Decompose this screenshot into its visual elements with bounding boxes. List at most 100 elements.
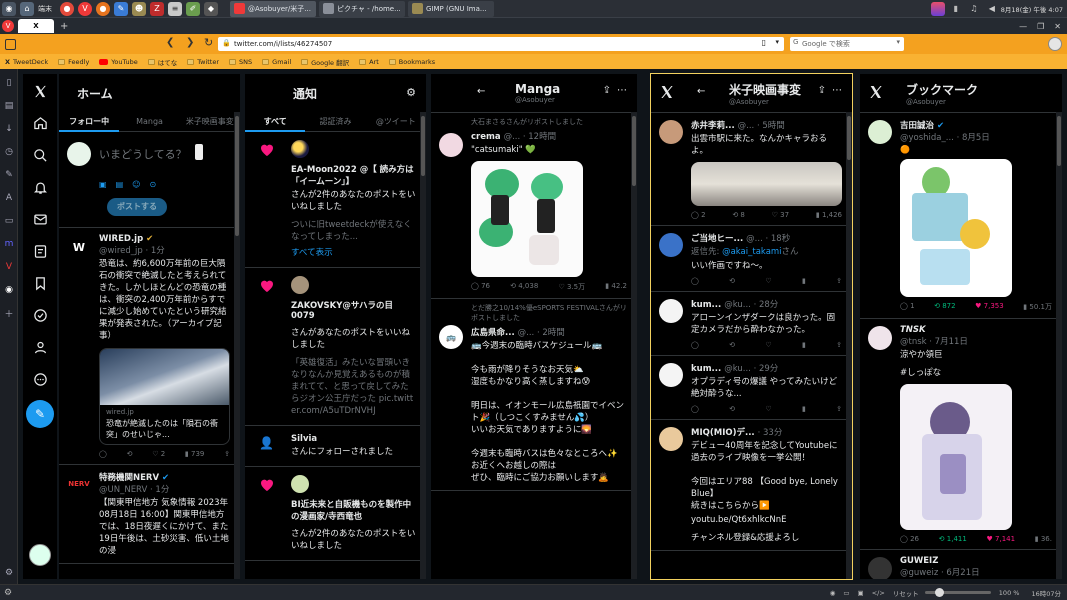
notification[interactable]: EA-Moon2022 @【 読み方は「イームーン」】 さんが2件のあなたのポス… — [245, 132, 426, 268]
system-menu-icon[interactable]: ◉ — [2, 1, 16, 16]
tweet[interactable]: kum... @ku... · 28分 アローンインザダークは良かった。固定カメ… — [651, 292, 852, 356]
address-bar[interactable]: 🔒 twitter.com/i/lists/46274507 ▯ ▾ — [218, 37, 784, 51]
like-icon[interactable]: ♡ — [765, 277, 771, 285]
scrollbar[interactable] — [1056, 112, 1062, 579]
reload-button[interactable]: ↻ — [204, 36, 213, 49]
column-settings-icon[interactable]: ⚙ — [406, 86, 416, 99]
terminal-launcher[interactable]: 端末 — [38, 4, 52, 14]
repost-count[interactable]: ⟲ 4,038 — [510, 282, 538, 292]
volume-icon[interactable]: ◀ — [985, 2, 999, 16]
new-tab-button[interactable]: + — [60, 21, 68, 32]
media-icon[interactable]: ◆ — [204, 1, 218, 16]
repost-icon[interactable]: ⟲ — [127, 450, 133, 458]
reply-count[interactable]: ◯ 26 — [900, 535, 919, 543]
notes-panel-icon[interactable]: ✎ — [0, 166, 18, 184]
chrome-icon[interactable]: ● — [60, 1, 74, 16]
downloads-icon[interactable]: ↓ — [0, 120, 18, 138]
bookmark-bookmarks[interactable]: Bookmarks — [388, 58, 435, 66]
tab-yonago[interactable]: 米子映画事変 — [180, 112, 240, 132]
capture-icon[interactable]: ◉ — [830, 589, 836, 597]
reply-icon[interactable]: ◯ — [691, 341, 699, 349]
share-column-icon[interactable]: ⇪ — [603, 85, 611, 96]
bookmark-tweetdeck[interactable]: X TweetDeck — [5, 58, 48, 66]
scrollbar[interactable] — [846, 112, 852, 579]
vivaldi-panel-icon[interactable] — [5, 38, 16, 50]
reply-count[interactable]: ◯ 2 — [691, 211, 706, 219]
views-icon[interactable]: ▮ — [802, 277, 806, 285]
notification[interactable]: 👤 Silvia さんにフォローされました — [245, 426, 426, 467]
reply-to-link[interactable]: @akai_takami — [722, 247, 781, 257]
bookmark-art[interactable]: Art — [359, 58, 379, 66]
reply-count[interactable]: ◯ 76 — [471, 282, 490, 292]
tweet-image[interactable] — [691, 162, 842, 206]
bookmark-gmail[interactable]: Gmail — [262, 58, 291, 66]
tray-app-icon[interactable] — [930, 1, 945, 16]
vivaldi-menu-icon[interactable]: V — [2, 20, 14, 32]
share-column-icon[interactable]: ⇪ — [818, 85, 826, 96]
tab-tweetdeck[interactable]: X — [18, 19, 54, 33]
repost-icon[interactable]: ⟲ — [729, 341, 735, 349]
tweet[interactable]: 赤井李莉... @... · 5時間 出雲市駅に来た。なんかキャラおるよ。 ◯ … — [651, 112, 852, 226]
tiling-icon[interactable]: ▭ — [843, 589, 849, 597]
tweet-image[interactable] — [900, 384, 1012, 530]
tab-verified[interactable]: 認証済み — [305, 112, 365, 132]
like-count[interactable]: ♥ 7,141 — [987, 535, 1016, 543]
reply-icon[interactable]: ◯ — [691, 277, 699, 285]
tab-manga[interactable]: Manga — [119, 112, 179, 132]
repost-count[interactable]: ⟲ 1,411 — [939, 535, 967, 543]
x-logo-icon[interactable] — [23, 80, 57, 102]
notes-icon[interactable]: ≡ — [168, 1, 182, 16]
reply-count[interactable]: ◯ 1 — [900, 302, 915, 312]
like-count[interactable]: ♡ 3.5万 — [558, 282, 585, 292]
vivaldi-social-icon[interactable]: V — [0, 258, 18, 276]
filezilla-icon[interactable]: Z — [150, 1, 164, 16]
more-icon[interactable] — [23, 368, 57, 390]
bookmark-twitter[interactable]: Twitter — [187, 58, 219, 66]
search-field[interactable]: G Google で検索 ▾ — [790, 37, 904, 51]
scrollbar[interactable] — [234, 112, 240, 579]
profile-icon[interactable] — [23, 336, 57, 358]
repost-icon[interactable]: ⟲ — [729, 277, 735, 285]
settings-icon[interactable]: ⚙ — [0, 564, 18, 582]
bookmarks-icon[interactable] — [23, 272, 57, 294]
compose-expand-icon[interactable] — [195, 144, 203, 160]
x-logo-icon[interactable] — [868, 84, 884, 100]
bookmark-sns[interactable]: SNS — [229, 58, 252, 66]
lists-icon[interactable] — [23, 240, 57, 262]
bookmark-hatena[interactable]: はてな — [147, 57, 177, 67]
profile-icon[interactable] — [1048, 37, 1062, 51]
like-count[interactable]: ♥ 7,353 — [975, 302, 1004, 312]
repost-icon[interactable]: ⟲ — [729, 405, 735, 413]
views-count[interactable]: ▮ 42.2 — [605, 282, 627, 292]
web-panel-icon[interactable]: ◉ — [0, 281, 18, 299]
music-icon[interactable]: ♫ — [967, 2, 981, 16]
image-icon[interactable]: ▣ — [99, 180, 107, 189]
share-icon[interactable]: ⇪ — [836, 277, 842, 285]
share-icon[interactable]: ⇪ — [836, 341, 842, 349]
views-icon[interactable]: ▮ — [802, 405, 806, 413]
account-avatar[interactable] — [29, 544, 51, 566]
translate-icon[interactable]: A — [0, 189, 18, 207]
repost-count[interactable]: ⟲ 872 — [934, 302, 955, 312]
home-icon[interactable] — [23, 112, 57, 134]
search-dropdown-icon[interactable]: ▾ — [896, 38, 900, 46]
minimize-button[interactable]: — — [1019, 22, 1027, 31]
verified-icon[interactable] — [23, 304, 57, 326]
bookmarks-panel-icon[interactable]: ▯ — [0, 74, 18, 92]
like-icon[interactable]: ♡ — [765, 405, 771, 413]
vivaldi-icon[interactable]: V — [78, 1, 92, 16]
tweet-link[interactable]: youtu.be/Qt6xhlkcNnE — [691, 514, 842, 526]
zoom-slider[interactable] — [924, 588, 991, 597]
forward-button[interactable]: ❯ — [186, 37, 194, 48]
bookmark-feedly[interactable]: Feedly — [58, 58, 89, 66]
x-logo-icon[interactable] — [659, 84, 675, 100]
tweet[interactable]: GUWEIZ @guweiz · 6月21日 — [860, 550, 1062, 579]
views-count[interactable]: ▮ 739 — [185, 450, 204, 458]
editor-icon[interactable]: ✎ — [114, 1, 128, 16]
add-panel-icon[interactable]: ＋ — [0, 304, 18, 322]
emoji-icon[interactable]: ☺ — [132, 180, 140, 189]
close-window-button[interactable]: ✕ — [1054, 22, 1061, 31]
tweet[interactable]: kum... @ku... · 29分 オプラディ号の爆議 やってみたいけど絶対… — [651, 356, 852, 420]
maximize-button[interactable]: ❐ — [1037, 22, 1044, 31]
like-count[interactable]: ♡ 37 — [772, 211, 789, 219]
